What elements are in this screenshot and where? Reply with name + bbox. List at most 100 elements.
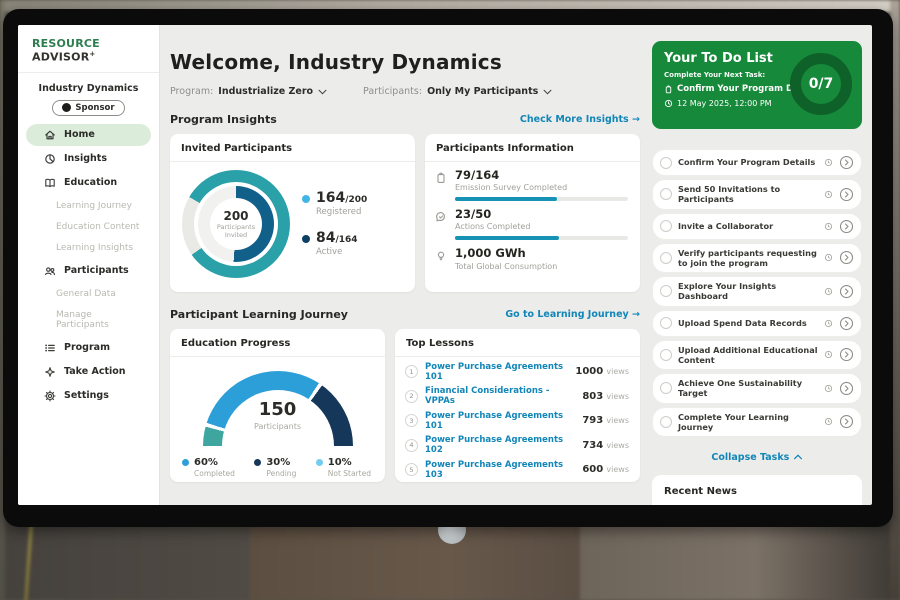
task-row-confirm-program[interactable]: Confirm Your Program Details [652,149,862,176]
clock-icon [824,417,833,426]
chevron-right-icon[interactable] [839,250,854,265]
sidebar-item-label: Education Content [56,222,139,232]
dashboard-screen: RESOURCE ADVISOR+ Industry Dynamics Spon… [18,25,872,505]
task-checkbox[interactable] [660,188,672,200]
bulb-icon [435,250,447,262]
chevron-right-icon[interactable] [839,347,854,362]
link-label: Check More Insights [520,114,629,125]
book-icon [44,177,56,189]
views-suffix: views [606,392,629,401]
background-desk-center [250,518,580,600]
sidebar-item-label: Insights [64,153,107,164]
invited-chart-body: 200 Participants Invited 164/200 Registe… [170,162,415,278]
invited-donut-chart: 200 Participants Invited [182,170,290,278]
task-label: Upload Spend Data Records [678,318,818,328]
insights-icon [44,153,56,165]
sidebar-item-manage-participants[interactable]: Manage Participants [26,305,151,335]
task-row-verify-participants[interactable]: Verify participants requesting to join t… [652,243,862,274]
background-desk-left [0,518,250,600]
legend-dot-pending [254,459,261,466]
sidebar-item-participants[interactable]: Participants [26,260,151,282]
sidebar-item-general-data[interactable]: General Data [26,284,151,304]
task-checkbox[interactable] [660,157,672,169]
task-checkbox[interactable] [660,382,672,394]
todo-progress-value: 0/7 [809,76,834,92]
chevron-right-icon[interactable] [839,155,854,170]
views-suffix: views [606,465,629,474]
gauge-legend: 60%Completed 30%Pending 10%Not Started [170,449,385,478]
task-checkbox[interactable] [660,317,672,329]
task-label: Complete Your Learning Journey [678,412,818,433]
sponsor-label: Sponsor [75,103,114,113]
lesson-link[interactable]: Power Purchase Agreements 103 [425,460,575,480]
sidebar-item-label: Program [64,342,110,353]
sidebar-item-insights[interactable]: Insights [26,148,151,170]
check-more-insights-link[interactable]: Check More Insights → [520,114,640,125]
lesson-rank: 1 [405,365,418,378]
donut-center-value: 200 [223,209,248,223]
sidebar-item-label: Participants [64,265,129,276]
chevron-right-icon[interactable] [839,284,854,299]
legend-completed: 60%Completed [182,457,235,478]
lesson-views: 1000 [575,366,603,377]
participants-dropdown[interactable]: Participants: Only My Participants [363,86,552,97]
lesson-link[interactable]: Power Purchase Agreements 101 [425,411,575,431]
org-name: Industry Dynamics [18,83,159,94]
sidebar-item-label: Home [64,129,95,140]
chevron-right-icon[interactable] [839,414,854,429]
task-row-upload-educational-content[interactable]: Upload Additional Educational Content [652,340,862,371]
program-value: Industrialize Zero [218,86,313,97]
sponsor-badge: Sponsor [52,100,124,116]
task-row-invite-collaborator[interactable]: Invite a Collaborator [652,213,862,240]
sidebar-item-take-action[interactable]: Take Action [26,361,151,383]
chevron-right-icon[interactable] [839,316,854,331]
sidebar-item-education-content[interactable]: Education Content [26,217,151,237]
sidebar-item-home[interactable]: Home [26,124,151,146]
arrow-right-icon: → [632,309,640,320]
lesson-link[interactable]: Power Purchase Agreements 102 [425,435,575,455]
task-checkbox[interactable] [660,416,672,428]
sidebar-item-education[interactable]: Education [26,172,151,194]
sidebar-item-learning-journey[interactable]: Learning Journey [26,196,151,216]
info-label: Total Global Consumption [455,262,628,271]
legend-value: 10% [328,457,352,468]
invited-participants-card: Invited Participants 200 Participants In… [170,134,415,292]
sidebar-item-learning-insights[interactable]: Learning Insights [26,238,151,258]
background-desk-right [580,518,900,600]
views-suffix: views [606,416,629,425]
gauge-center-label: Participants [203,422,353,431]
lesson-views: 803 [582,391,603,402]
lesson-link[interactable]: Financial Considerations - VPPAs [425,386,575,406]
card-title: Top Lessons [395,329,640,357]
learning-card-row: Education Progress 150 Participants 60%C… [170,329,652,482]
go-to-learning-journey-link[interactable]: Go to Learning Journey → [505,309,640,320]
chevron-down-icon [318,89,327,95]
info-label: Actions Completed [455,222,628,231]
lesson-rank: 3 [405,414,418,427]
section-title: Program Insights [170,113,277,126]
task-checkbox[interactable] [660,220,672,232]
chevron-right-icon[interactable] [839,381,854,396]
task-row-send-invitations[interactable]: Send 50 Invitations to Participants [652,179,862,210]
task-checkbox[interactable] [660,252,672,264]
task-row-complete-learning-journey[interactable]: Complete Your Learning Journey [652,407,862,438]
program-dropdown[interactable]: Program: Industrialize Zero [170,86,327,97]
sidebar-item-program[interactable]: Program [26,337,151,359]
todo-due-label: 12 May 2025, 12:00 PM [677,99,772,108]
lesson-row: 4 Power Purchase Agreements 102 734 view… [395,431,640,456]
legend-label: Active [316,247,358,257]
sidebar-item-label: Manage Participants [56,310,141,330]
task-row-explore-insights[interactable]: Explore Your Insights Dashboard [652,276,862,307]
collapse-tasks-link[interactable]: Collapse Tasks [652,452,862,463]
chevron-right-icon[interactable] [839,187,854,202]
task-row-achieve-sustainability-target[interactable]: Achieve One Sustainability Target [652,373,862,404]
task-row-upload-spend-data[interactable]: Upload Spend Data Records [652,310,862,337]
chevron-right-icon[interactable] [839,219,854,234]
participants-information-card: Participants Information 79/164 Emission… [425,134,640,292]
sidebar-item-settings[interactable]: Settings [26,385,151,407]
task-checkbox[interactable] [660,349,672,361]
task-checkbox[interactable] [660,285,672,297]
progress-fill [455,236,559,240]
chevron-down-icon [543,89,552,95]
lesson-link[interactable]: Power Purchase Agreements 101 [425,362,568,382]
